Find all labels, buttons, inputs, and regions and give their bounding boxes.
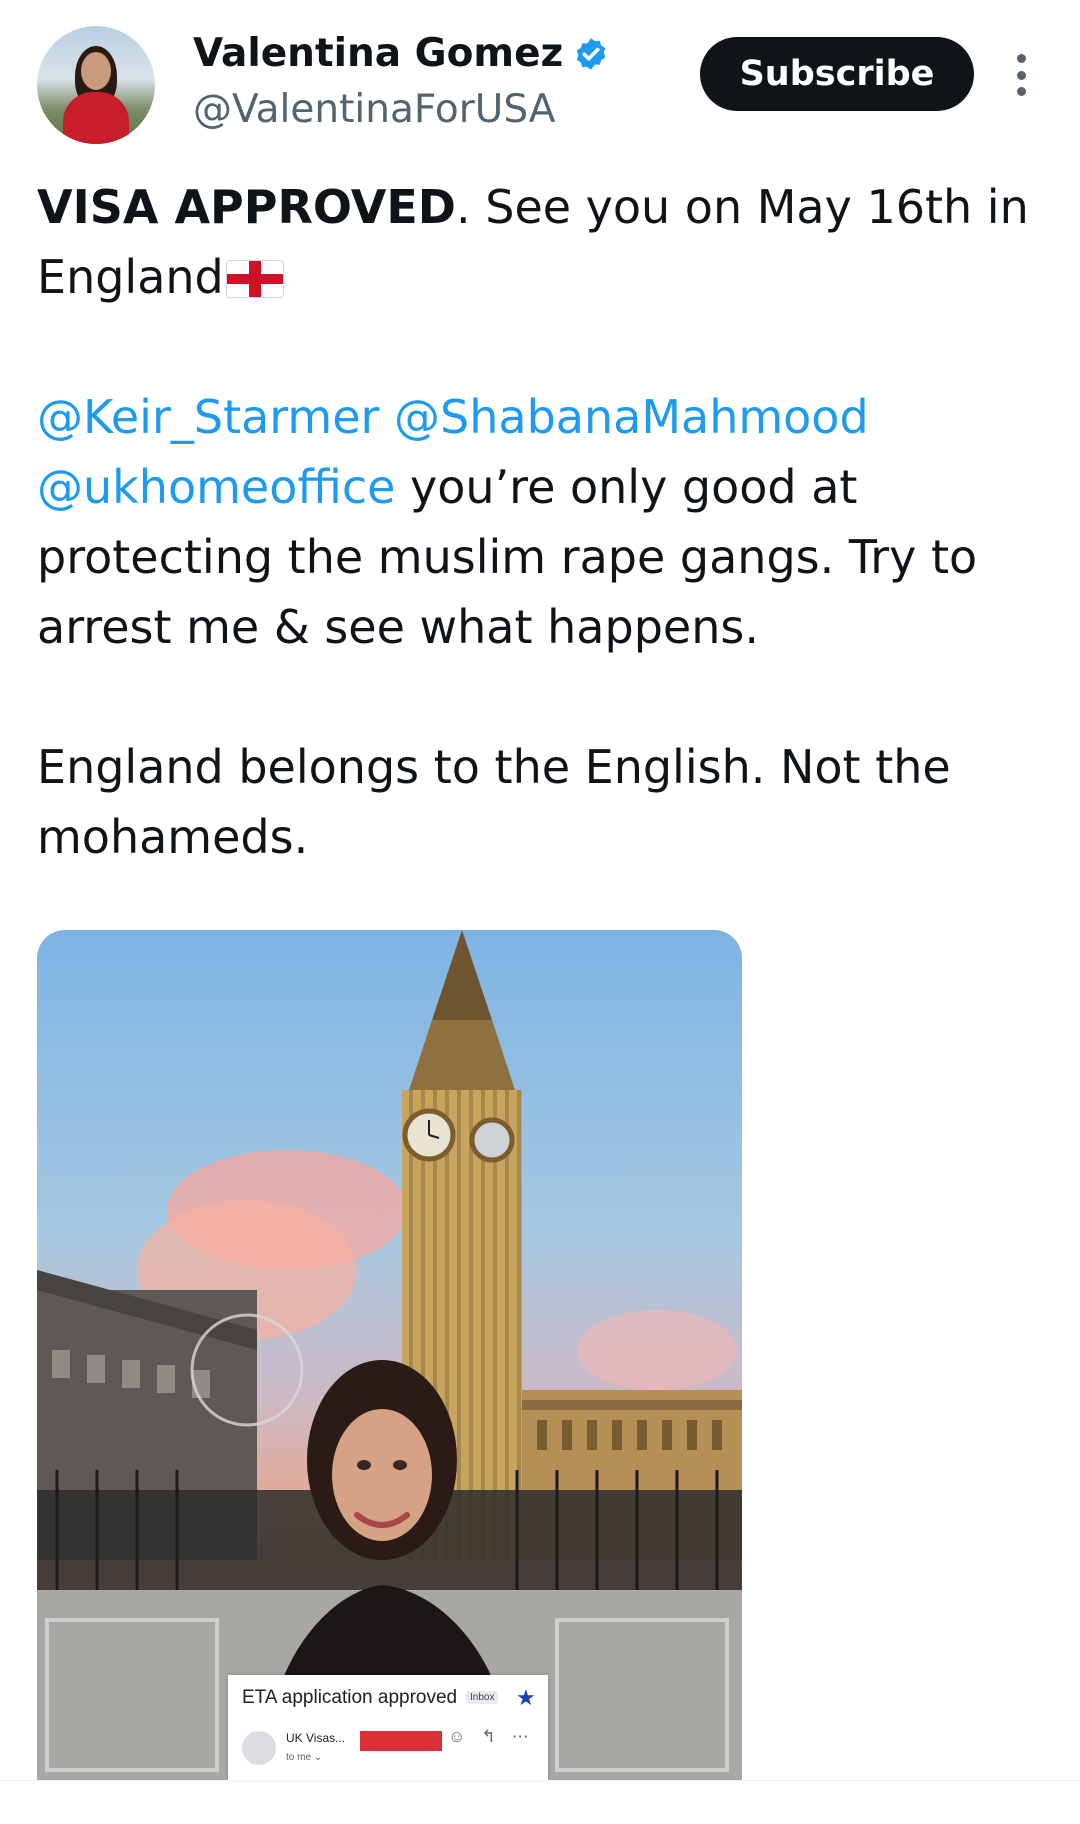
email-subject: ETA application approved [242, 1687, 458, 1708]
more-dot [1016, 70, 1026, 80]
more-dot [1016, 87, 1026, 96]
photo-scene [37, 930, 742, 1780]
author-name[interactable]: Valentina Gomez [193, 28, 563, 80]
author-handle[interactable]: @ValentinaForUSA [193, 84, 555, 136]
tweet-text: VISA APPROVED. See you on May 16th in En… [37, 172, 1047, 872]
more-horizontal-icon: ⋯ [511, 1727, 529, 1746]
author-name-row[interactable]: Valentina Gomez [193, 28, 609, 80]
verified-badge-icon [576, 38, 606, 70]
avatar-face [81, 52, 111, 90]
tweet-bold-text: VISA APPROVED [37, 180, 456, 234]
tweet-paragraph-3: England belongs to the English. Not the … [37, 732, 1047, 872]
tweet-photo[interactable] [37, 930, 742, 1780]
mention-link-keir-starmer[interactable]: @Keir_Starmer [37, 390, 379, 444]
england-flag-icon [225, 260, 284, 298]
email-notification-card: ETA application approved Inbox ★ UK Visa… [228, 1675, 548, 1780]
reply-icon: ↰ [481, 1727, 496, 1746]
more-dot [1016, 54, 1026, 63]
email-sender: UK Visas... [286, 1731, 346, 1745]
author-avatar[interactable] [37, 26, 155, 144]
tweet-paragraph-1: VISA APPROVED. See you on May 16th in En… [37, 172, 1047, 312]
email-recipient: to me ⌄ [286, 1752, 323, 1763]
sender-avatar [242, 1731, 276, 1765]
inbox-label: Inbox [466, 1691, 499, 1704]
emoji-icon: ☺ [448, 1727, 466, 1746]
mention-link-shabana-mahmood[interactable]: @ShabanaMahmood [394, 390, 869, 444]
mention-link-ukhomeoffice[interactable]: @ukhomeoffice [37, 460, 395, 514]
divider [0, 1780, 1080, 1781]
email-action-icons: ☺ ↰ ⋯ [448, 1727, 529, 1747]
redaction-bar [360, 1731, 442, 1751]
tweet-paragraph-2: @Keir_Starmer @ShabanaMahmood @ukhomeoff… [37, 382, 1047, 662]
star-icon: ★ [516, 1685, 536, 1710]
avatar-red-jacket [63, 92, 129, 144]
more-vertical-icon[interactable] [1004, 50, 1038, 100]
subscribe-button[interactable]: Subscribe [700, 37, 974, 111]
tweet-text-segment: England belongs to the English. Not the … [37, 740, 951, 864]
